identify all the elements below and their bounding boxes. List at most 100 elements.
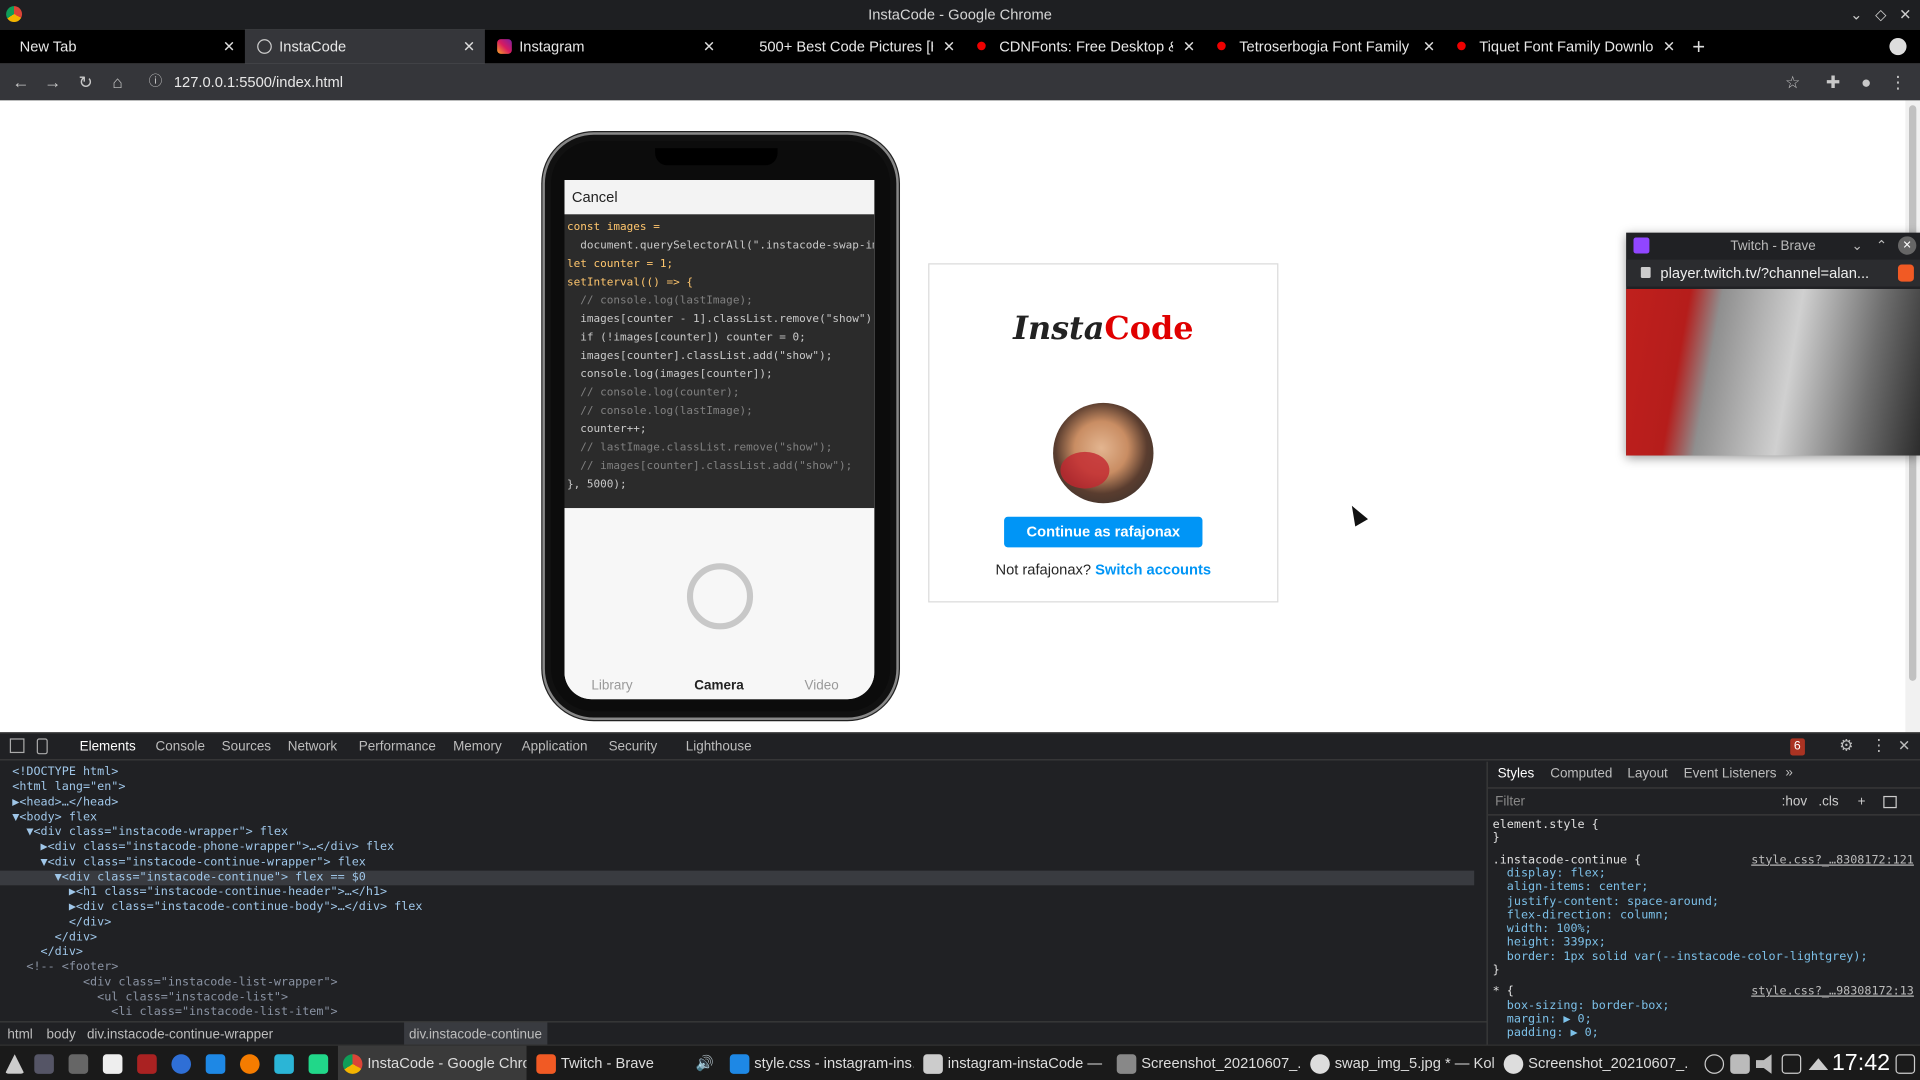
dom-node-line[interactable]: <li class="instacode-list-item"> <box>0 1005 1474 1020</box>
continue-as-button[interactable]: Continue as rafajonax <box>1004 516 1203 548</box>
style-rule-line[interactable]: height: 339px; <box>1493 936 1917 950</box>
twitch-close-icon[interactable]: ✕ <box>1897 236 1917 255</box>
dom-node-line[interactable]: </div> <box>0 945 1474 960</box>
close-window-icon[interactable]: ✕ <box>1893 0 1917 29</box>
dom-node-line[interactable]: ▼<div class="instacode-continue"> flex =… <box>0 870 1475 886</box>
inspect-element-icon[interactable] <box>9 738 25 754</box>
filter-input[interactable]: Filter <box>1495 795 1525 810</box>
devtools-tab-performance[interactable]: Performance <box>359 733 436 760</box>
brave-shield-icon[interactable] <box>1897 264 1914 282</box>
pycharm-icon[interactable] <box>308 1054 329 1074</box>
minimize-icon[interactable]: ⌄ <box>1844 0 1868 29</box>
style-rule-line[interactable]: margin: ▶ 0; <box>1493 1013 1917 1027</box>
breadcrumb-continue[interactable]: div.instacode-continue <box>404 1022 547 1047</box>
style-rule-line[interactable]: element.style { <box>1493 818 1917 832</box>
taskbar-item-folder[interactable]: instagram-instaCode — ... <box>918 1046 1107 1080</box>
profile-icon[interactable]: ● <box>1855 71 1877 93</box>
cls-toggle[interactable]: .cls <box>1818 789 1838 816</box>
twitch-maximize-icon[interactable]: ⌃ <box>1876 233 1887 260</box>
twitch-video[interactable] <box>1626 288 1920 456</box>
bookmark-star-icon[interactable]: ☆ <box>1782 71 1804 93</box>
devtools-tab-application[interactable]: Application <box>522 733 588 760</box>
network-icon[interactable] <box>1781 1054 1802 1074</box>
breadcrumb-continue-wrapper[interactable]: div.instacode-continue-wrapper <box>87 1022 273 1046</box>
volume-icon[interactable] <box>1755 1054 1772 1074</box>
tab-tetroserbogia[interactable]: Tetroserbogia Font Family Do ✕ <box>1205 29 1445 63</box>
tab-search-icon[interactable] <box>1889 37 1907 56</box>
clipboard-icon[interactable] <box>1730 1054 1750 1074</box>
reload-icon[interactable]: ↻ <box>75 71 97 93</box>
devtools-tab-security[interactable]: Security <box>609 733 658 760</box>
twitch-popup-window[interactable]: Twitch - Brave ⌄ ⌃ ✕ player.twitch.tv/?c… <box>1626 232 1920 456</box>
webstorm-icon[interactable] <box>274 1054 294 1074</box>
tab-cdnfonts[interactable]: CDNFonts: Free Desktop & W ✕ <box>965 29 1205 63</box>
taskbar-item-chrome[interactable]: InstaCode - Google Chro... <box>337 1045 527 1080</box>
media-icon[interactable] <box>1704 1054 1725 1074</box>
forward-icon[interactable]: → <box>42 71 64 93</box>
taskbar-item-vscode[interactable]: style.css - instagram-ins... <box>725 1046 913 1080</box>
camera-tab-video[interactable]: Video <box>804 678 838 693</box>
tray-expand-icon[interactable] <box>1808 1058 1829 1070</box>
close-tab-icon[interactable]: ✕ <box>940 29 957 63</box>
close-tab-icon[interactable]: ✕ <box>460 29 477 63</box>
app-launcher-icon[interactable] <box>68 1054 89 1074</box>
start-menu-icon[interactable] <box>4 1054 25 1074</box>
style-rule-line[interactable]: justify-content: space-around; <box>1493 894 1917 908</box>
device-toolbar-icon[interactable] <box>36 738 48 755</box>
style-source-link[interactable]: style.css?_…98308172:13 <box>1751 985 1914 999</box>
taskbar-item-screenshot-2[interactable]: Screenshot_20210607_... <box>1499 1046 1687 1080</box>
error-badge[interactable]: 6 <box>1790 738 1805 756</box>
dom-node-line[interactable]: </div> <box>0 915 1474 930</box>
camera-tab-library[interactable]: Library <box>591 678 632 693</box>
firefox-icon[interactable] <box>240 1054 260 1074</box>
close-tab-icon[interactable]: ✕ <box>1180 29 1197 63</box>
styles-tab-event-listeners[interactable]: Event Listeners <box>1684 767 1777 782</box>
address-bar[interactable]: 127.0.0.1:5500/index.html <box>174 69 1815 96</box>
close-tab-icon[interactable]: ✕ <box>1420 29 1437 63</box>
style-rule-line[interactable]: align-items: center; <box>1493 881 1917 895</box>
styles-tab-styles[interactable]: Styles <box>1498 767 1535 782</box>
hov-toggle[interactable]: :hov <box>1782 789 1807 816</box>
style-rule-line[interactable]: width: 100%; <box>1493 922 1917 936</box>
dom-node-line[interactable]: ▶<h1 class="instacode-continue-header">…… <box>0 885 1474 900</box>
tab-new-tab[interactable]: New Tab ✕ <box>0 29 245 63</box>
devtools-settings-icon[interactable]: ⚙ <box>1839 736 1853 756</box>
devtools-close-icon[interactable]: ✕ <box>1898 737 1910 754</box>
terminal-icon[interactable] <box>137 1054 157 1074</box>
dom-node-line[interactable]: ▶<div class="instacode-phone-wrapper">…<… <box>0 840 1474 855</box>
camera-tab-camera[interactable]: Camera <box>694 678 743 693</box>
dom-node-line[interactable]: ▶<head>…</head> <box>0 795 1474 810</box>
back-icon[interactable]: ← <box>10 71 32 93</box>
dom-node-line[interactable]: ▼<div class="instacode-continue-wrapper"… <box>0 855 1474 870</box>
tab-instagram[interactable]: Instagram ✕ <box>485 29 725 63</box>
breadcrumb-html[interactable]: html <box>7 1022 32 1046</box>
devtools-tab-network[interactable]: Network <box>288 733 337 760</box>
switch-accounts-link[interactable]: Switch accounts <box>1095 561 1211 578</box>
devtools-tab-console[interactable]: Console <box>156 733 205 760</box>
dom-node-line[interactable]: ▶<div class="instacode-continue-body">…<… <box>0 900 1474 915</box>
files-icon[interactable] <box>102 1054 123 1074</box>
writer-icon[interactable] <box>171 1054 192 1074</box>
devtools-tab-lighthouse[interactable]: Lighthouse <box>686 733 752 760</box>
camera-shutter-button[interactable] <box>686 563 754 630</box>
style-rule-line[interactable]: box-sizing: border-box; <box>1493 999 1917 1013</box>
devtools-tab-sources[interactable]: Sources <box>222 733 271 760</box>
home-icon[interactable]: ⌂ <box>107 71 129 93</box>
devtools-tab-memory[interactable]: Memory <box>453 733 502 760</box>
tab-code-pictures[interactable]: 500+ Best Code Pictures [HD] ✕ <box>725 29 965 63</box>
add-rule-icon[interactable]: + <box>1858 789 1866 816</box>
styles-filter[interactable]: Filter :hov .cls + <box>1487 789 1920 816</box>
cancel-label[interactable]: Cancel <box>572 189 618 206</box>
taskbar-item-screenshot-1[interactable]: Screenshot_20210607_... <box>1112 1046 1300 1080</box>
breadcrumb-body[interactable]: body <box>47 1022 76 1046</box>
style-rule-line[interactable]: padding: ▶ 0; <box>1493 1026 1917 1040</box>
dom-node-line[interactable]: </div> <box>0 930 1474 945</box>
close-tab-icon[interactable]: ✕ <box>1660 29 1677 63</box>
devtools-menu-icon[interactable]: ⋮ <box>1871 736 1887 756</box>
style-rule-line[interactable]: display: flex; <box>1493 867 1917 881</box>
extensions-icon[interactable]: ✚ <box>1822 71 1844 93</box>
dom-node-line[interactable]: ▼<body> flex <box>0 810 1474 825</box>
show-desktop-icon[interactable] <box>34 1054 54 1074</box>
more-tabs-icon[interactable]: » <box>1785 765 1793 780</box>
close-tab-icon[interactable]: ✕ <box>700 29 717 63</box>
